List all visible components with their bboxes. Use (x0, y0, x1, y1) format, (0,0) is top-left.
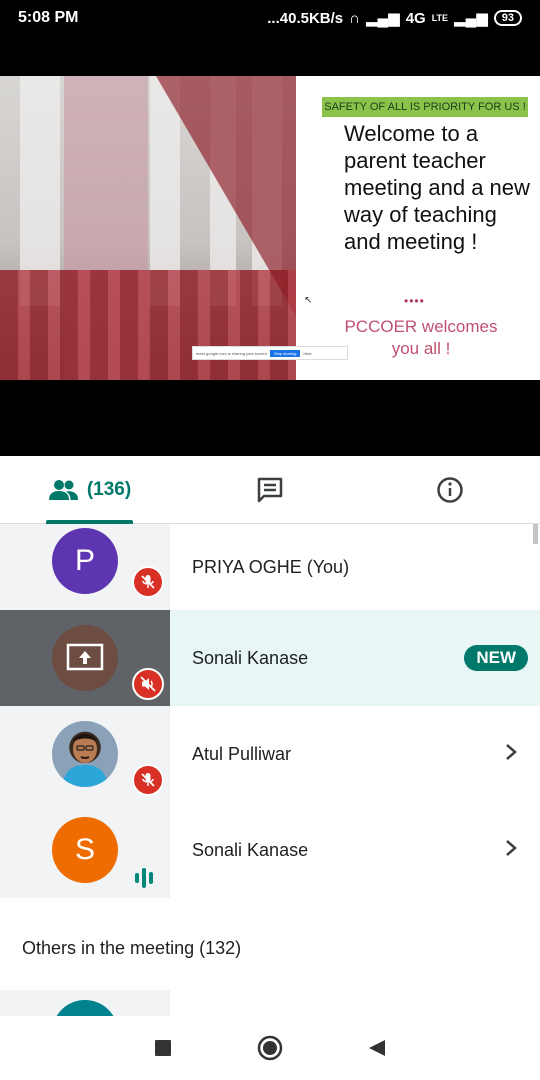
new-badge: NEW (464, 645, 528, 671)
avatar (52, 625, 118, 691)
tab-info[interactable] (360, 456, 540, 523)
auditorium-photo (0, 76, 296, 380)
signal-icon-2: ▂▄▆ (454, 10, 488, 27)
present-screen-icon (66, 643, 104, 671)
participant-name: PRIYA OGHE (You) (192, 556, 350, 577)
video-letterbox-bottom (0, 380, 540, 456)
others-section-title: Others in the meeting (132) (22, 937, 242, 958)
back-button[interactable] (357, 1028, 397, 1068)
tab-people[interactable]: (136) (0, 456, 180, 524)
stop-sharing-button: Stop sharing (269, 349, 301, 357)
headset-icon: ∩ (349, 9, 360, 27)
participant-row[interactable]: Atul Pulliwar (0, 706, 540, 802)
chat-icon (257, 477, 283, 502)
meeting-tabs: (136) (0, 456, 540, 524)
chevron-right-icon[interactable] (504, 742, 518, 762)
speaking-indicator-icon (135, 868, 153, 888)
participant-name: Sonali Kanase (192, 647, 309, 668)
back-triangle-icon (368, 1040, 385, 1056)
status-time: 5:08 PM (18, 9, 79, 26)
hide-button: Hide (303, 350, 312, 356)
mic-off-icon (132, 764, 164, 796)
battery-icon: 93 (493, 10, 522, 26)
lte-label: LTE (431, 13, 449, 23)
decor-dots: •••• (404, 294, 425, 308)
people-count: (136) (86, 478, 132, 500)
participant-row[interactable]: P PRIYA OGHE (You) (0, 524, 540, 610)
welcome-text: Welcome to a parent teacher meeting and … (344, 121, 530, 254)
people-icon (48, 479, 78, 500)
tab-chat[interactable] (180, 456, 360, 523)
video-letterbox-top (0, 36, 540, 76)
participant-row[interactable]: A (0, 990, 540, 1016)
cursor-icon: ↖ (304, 295, 313, 306)
scrollbar[interactable] (533, 524, 538, 544)
carrier-label: 4G (405, 9, 426, 27)
square-icon (155, 1040, 172, 1056)
home-circle-icon (257, 1035, 283, 1061)
status-indicators: ...40.5KB/s ∩ ▂▄▆ 4G LTE ▂▄▆ 93 (267, 9, 522, 27)
share-text: meet.google.com is sharing your screen (196, 350, 267, 356)
participant-row[interactable]: Sonali Kanase NEW (0, 610, 540, 706)
avatar: S (52, 817, 118, 883)
avatar: P (52, 528, 118, 594)
participant-list[interactable]: P PRIYA OGHE (You) Sonali Kanase NEW Atu… (0, 524, 540, 1016)
info-icon (437, 476, 463, 503)
priority-banner: SAFETY OF ALL IS PRIORITY FOR US ! (322, 97, 528, 117)
participant-row[interactable]: S Sonali Kanase (0, 802, 540, 898)
status-bar: 5:08 PM ...40.5KB/s ∩ ▂▄▆ 4G LTE ▂▄▆ 93 (0, 0, 540, 36)
recents-button[interactable] (143, 1028, 183, 1068)
volume-off-icon (132, 668, 164, 700)
welcome-subtext: PCCOER welcomes you all ! (344, 317, 498, 358)
screen-share-bar: meet.google.com is sharing your screen S… (192, 346, 348, 360)
mic-off-icon (132, 566, 164, 598)
network-speed: ...40.5KB/s (267, 9, 344, 27)
avatar-photo (52, 721, 118, 787)
chevron-right-icon[interactable] (504, 838, 518, 858)
avatar: A (52, 1000, 118, 1016)
home-button[interactable] (250, 1028, 290, 1068)
system-nav-bar (0, 1016, 540, 1080)
signal-icon: ▂▄▆ (365, 10, 400, 27)
participant-name: Sonali Kanase (192, 839, 309, 860)
participant-name: Atul Pulliwar (192, 743, 292, 764)
presentation-video[interactable]: meet.google.com is sharing your screen S… (0, 76, 540, 380)
